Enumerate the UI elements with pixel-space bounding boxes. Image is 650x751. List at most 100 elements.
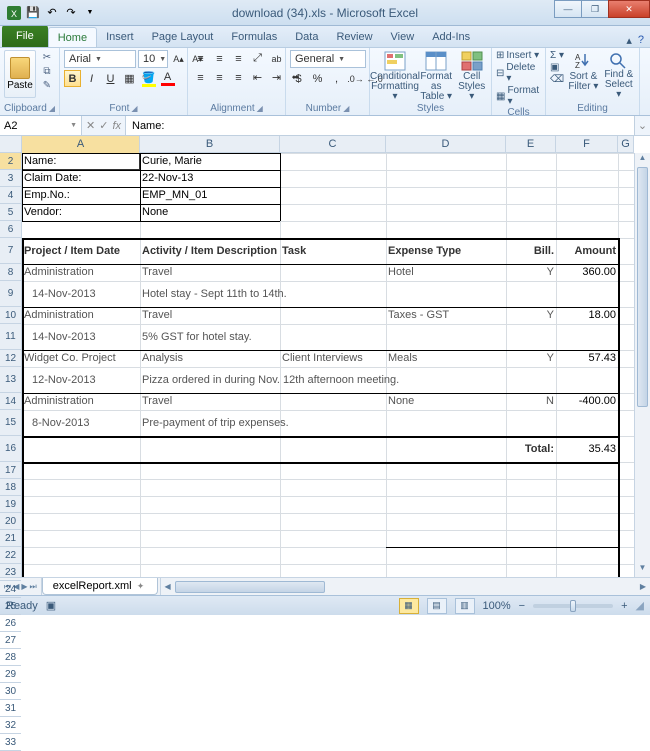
align-middle-button[interactable]: ≡ [211, 50, 228, 67]
cell[interactable]: Client Interviews [280, 350, 386, 367]
cell[interactable]: 22-Nov-13 [140, 170, 280, 187]
help-icon[interactable]: ? [638, 34, 644, 47]
row-header[interactable]: 10 [0, 307, 21, 324]
cell[interactable]: None [140, 204, 280, 221]
alignment-dialog-icon[interactable]: ◢ [257, 104, 263, 113]
undo-icon[interactable]: ↶ [44, 5, 60, 21]
fill-color-button[interactable]: 🪣 [140, 70, 157, 87]
tab-formulas[interactable]: Formulas [222, 27, 286, 47]
row-header[interactable]: 17 [0, 462, 21, 479]
tab-data[interactable]: Data [286, 27, 327, 47]
cut-button[interactable]: ✂ [39, 50, 55, 64]
page-layout-view-button[interactable]: ▤ [427, 598, 447, 614]
cell[interactable]: Activity / Item Description [140, 238, 280, 264]
zoom-slider[interactable] [533, 604, 613, 608]
row-header[interactable]: 27 [0, 632, 21, 649]
row-header[interactable]: 4 [0, 187, 21, 204]
resize-grip-icon[interactable]: ◢ [636, 599, 644, 612]
cell[interactable]: Emp.No.: [22, 187, 140, 204]
clear-button[interactable]: ⌫ [550, 74, 564, 85]
cell[interactable]: 14-Nov-2013 [22, 324, 140, 350]
cell[interactable]: Widget Co. Project [22, 350, 140, 367]
row-header[interactable]: 12 [0, 350, 21, 367]
row-header[interactable]: 11 [0, 324, 21, 350]
find-select-button[interactable]: Find & Select ▾ [603, 50, 635, 98]
cell[interactable]: Expense Type [386, 238, 506, 264]
row-header[interactable]: 6 [0, 221, 21, 238]
format-as-table-button[interactable]: Format as Table ▾ [419, 50, 453, 98]
tab-page-layout[interactable]: Page Layout [143, 27, 223, 47]
delete-cells-button[interactable]: ⊟Delete ▾ [496, 62, 541, 84]
cell[interactable]: Y [506, 264, 556, 281]
enter-formula-icon[interactable]: ✓ [99, 119, 108, 132]
row-header[interactable]: 33 [0, 734, 21, 751]
grow-font-button[interactable]: A▴ [170, 51, 187, 68]
accounting-format-button[interactable]: $ [290, 70, 307, 87]
comma-format-button[interactable]: , [328, 70, 345, 87]
macro-record-icon[interactable]: ▣ [46, 599, 56, 612]
italic-button[interactable]: I [83, 70, 100, 87]
new-sheet-icon[interactable]: ✦ [135, 581, 147, 592]
normal-view-button[interactable]: ▦ [399, 598, 419, 614]
cell[interactable]: Meals [386, 350, 506, 367]
horizontal-scrollbar[interactable]: ◀ ▶ [160, 578, 650, 595]
row-header[interactable]: 13 [0, 367, 21, 393]
zoom-in-button[interactable]: + [621, 600, 627, 612]
cell[interactable]: Pizza ordered in during Nov. 12th aftern… [140, 367, 556, 393]
cell[interactable]: 8-Nov-2013 [22, 410, 140, 436]
clipboard-dialog-icon[interactable]: ◢ [49, 104, 55, 113]
cell[interactable]: Project / Item Date [22, 238, 140, 264]
cell[interactable]: None [386, 393, 506, 410]
redo-icon[interactable]: ↷ [63, 5, 79, 21]
row-header[interactable]: 31 [0, 700, 21, 717]
page-break-view-button[interactable]: ▥ [455, 598, 475, 614]
row-header[interactable]: 9 [0, 281, 21, 307]
row-header[interactable]: 5 [0, 204, 21, 221]
sheet-tab[interactable]: excelReport.xml✦ [42, 578, 158, 595]
paste-button[interactable]: Paste [4, 50, 36, 98]
cell[interactable]: N [506, 393, 556, 410]
fx-icon[interactable]: fx [112, 120, 121, 132]
bold-button[interactable]: B [64, 70, 81, 87]
name-box[interactable]: A2▼ [0, 116, 82, 135]
cell[interactable]: Pre-payment of trip expenses. [140, 410, 556, 436]
cell[interactable]: 18.00 [556, 307, 618, 324]
format-cells-button[interactable]: ▦Format ▾ [496, 85, 541, 107]
font-name-combo[interactable]: Arial▼ [64, 50, 136, 68]
row-header[interactable]: 19 [0, 496, 21, 513]
tab-review[interactable]: Review [327, 27, 381, 47]
cell[interactable]: Hotel stay - Sept 11th to 14th. [140, 281, 556, 307]
autosum-button[interactable]: Σ ▾ [550, 50, 564, 61]
row-header[interactable]: 23 [0, 564, 21, 581]
col-header-e[interactable]: E [506, 136, 556, 153]
cell[interactable]: 12-Nov-2013 [22, 367, 140, 393]
row-header[interactable]: 14 [0, 393, 21, 410]
align-top-button[interactable]: ≡ [192, 50, 209, 67]
align-left-button[interactable]: ≡ [192, 69, 209, 86]
format-painter-button[interactable]: ✎ [39, 78, 55, 92]
align-right-button[interactable]: ≡ [230, 69, 247, 86]
cell[interactable]: 5% GST for hotel stay. [140, 324, 556, 350]
last-sheet-icon[interactable]: ⏭ [30, 582, 37, 592]
vertical-scrollbar[interactable]: ▲ ▼ [634, 153, 650, 577]
copy-button[interactable]: ⧉ [39, 64, 55, 78]
cell[interactable]: Total: [506, 436, 556, 462]
next-sheet-icon[interactable]: ▶ [21, 582, 27, 591]
cell[interactable]: Bill. [506, 238, 556, 264]
scroll-left-icon[interactable]: ◀ [161, 582, 175, 591]
cell[interactable]: EMP_MN_01 [140, 187, 280, 204]
sort-filter-button[interactable]: AZ Sort & Filter ▾ [567, 50, 599, 98]
expand-formula-bar-icon[interactable]: ⌄ [634, 116, 650, 135]
formula-bar[interactable]: Name: [126, 116, 634, 135]
col-header-d[interactable]: D [386, 136, 506, 153]
row-header[interactable]: 28 [0, 649, 21, 666]
row-header[interactable]: 2 [0, 153, 21, 170]
select-all-corner[interactable] [0, 136, 22, 153]
row-header[interactable]: 32 [0, 717, 21, 734]
cell[interactable]: Curie, Marie [140, 153, 280, 170]
cells-viewport[interactable]: Name:Curie, MarieClaim Date:22-Nov-13Emp… [22, 153, 634, 577]
cell[interactable]: Administration [22, 393, 140, 410]
tab-view[interactable]: View [382, 27, 424, 47]
cell-styles-button[interactable]: Cell Styles ▾ [456, 50, 487, 98]
cell[interactable]: Task [280, 238, 386, 264]
